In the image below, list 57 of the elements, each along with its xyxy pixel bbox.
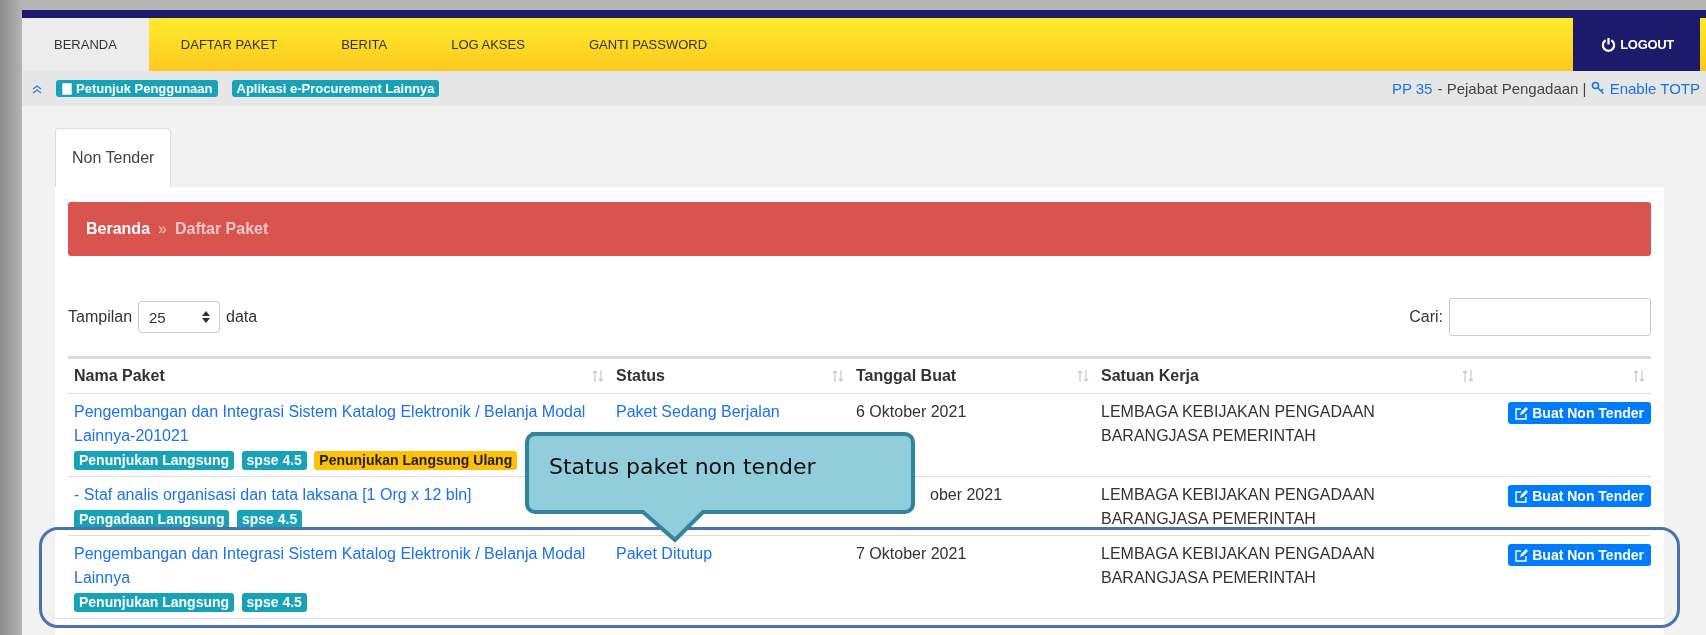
length-suffix: data [226, 308, 258, 326]
unit-cell: LEMBAGA KEBIJAKAN PENGADAAN BARANGJASA PEMERINTAH [1101, 486, 1375, 527]
collapse-icon[interactable] [32, 83, 42, 94]
page-tab[interactable]: Non Tender [55, 128, 172, 187]
create-non-tender-button[interactable]: Buat Non Tender [1508, 485, 1651, 507]
package-badge: Penunjukan Langsung [74, 451, 235, 470]
edit-icon [1515, 489, 1529, 503]
unit-cell: LEMBAGA KEBIJAKAN PENGADAAN BARANGJASA PEMERINTAH [1101, 403, 1375, 444]
create-non-tender-button[interactable]: Buat Non Tender [1508, 402, 1651, 424]
status-link[interactable]: Paket Ditutup [616, 545, 713, 562]
sort-icon[interactable] [592, 368, 604, 384]
package-badge: Penunjukan Langsung Ulang [314, 451, 518, 470]
key-icon [1591, 81, 1606, 95]
help-link[interactable]: Petunjuk Penggunaan [56, 80, 218, 97]
edit-icon [1515, 548, 1529, 562]
search-field[interactable] [1449, 298, 1651, 336]
help-link[interactable]: Aplikasi e-Procurement Lainnya [231, 80, 440, 97]
book-icon [61, 82, 73, 95]
breadcrumb-link[interactable]: Beranda [86, 220, 151, 238]
sort-icon[interactable] [1462, 368, 1474, 384]
page-length-select[interactable]: 25 [138, 301, 221, 333]
column-header[interactable]: Status [616, 367, 665, 385]
length-label: Tampilan [68, 308, 133, 326]
unit-cell: LEMBAGA KEBIJAKAN PENGADAAN BARANGJASA PEMERINTAH [1101, 545, 1375, 586]
sort-icon[interactable] [832, 368, 844, 384]
nav-tab[interactable]: DAFTAR PAKET [148, 18, 310, 71]
role-text: - Pejabat Pengadaan | [1437, 80, 1587, 97]
sort-icon[interactable] [1077, 368, 1089, 384]
nav-tab[interactable]: LOG AKSES [419, 18, 557, 71]
column-header[interactable]: Nama Paket [74, 367, 165, 385]
column-header[interactable]: Tanggal Buat [856, 367, 957, 385]
callout-text: Status paket non tender [549, 454, 816, 479]
package-name-link[interactable]: Pengembangan dan Integrasi Sistem Katalog Elektronik / Belanja Modal Lainnya [74, 542, 604, 590]
package-name-link[interactable]: - Staf analis organisasi dan tata laksana [1 Org x 12 bln] [74, 483, 472, 507]
user-code-link[interactable]: PP 35 [1391, 80, 1433, 97]
nav-tab[interactable]: BERANDA [22, 18, 149, 71]
create-non-tender-button[interactable]: Buat Non Tender [1508, 544, 1651, 566]
package-name-link[interactable]: Pengembangan dan Integrasi Sistem Katalog Elektronik / Belanja Modal Lainnya-201021 [74, 400, 604, 448]
column-header[interactable]: Satuan Kerja [1101, 367, 1199, 385]
date-cell: 6 Oktober 2021 [856, 403, 967, 420]
date-cell: 7 Oktober 2021 [856, 545, 967, 562]
package-badge: Penunjukan Langsung [74, 593, 235, 612]
enable-totp-link[interactable]: Enable TOTP [1591, 80, 1700, 97]
breadcrumb-current: Daftar Paket [174, 220, 269, 238]
nav-tab[interactable]: GANTI PASSWORD [556, 18, 740, 71]
power-icon [1601, 37, 1617, 52]
sort-icon[interactable] [1633, 368, 1645, 384]
package-badge: spse 4.5 [241, 451, 307, 470]
nav-tab[interactable]: BERITA [309, 18, 420, 71]
date-cell: ober 2021 [930, 486, 1003, 503]
edit-icon [1515, 406, 1529, 420]
package-badge: spse 4.5 [241, 593, 307, 612]
breadcrumb-separator: » [158, 220, 167, 238]
status-link[interactable]: Paket Sedang Berjalan [616, 403, 780, 420]
spinner-icon [201, 310, 212, 324]
logout-button[interactable]: LOGOUT [1573, 18, 1700, 71]
search-label: Cari: [1409, 308, 1443, 326]
